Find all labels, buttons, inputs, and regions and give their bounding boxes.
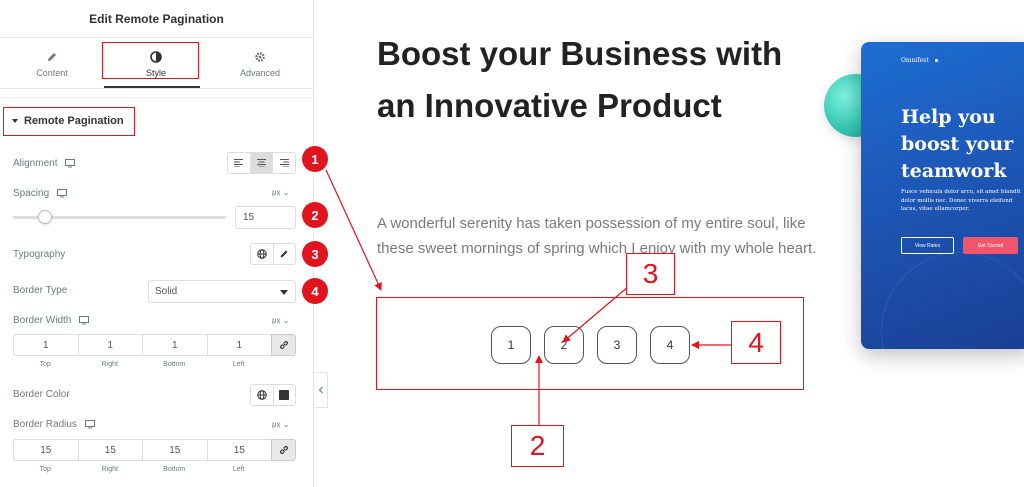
alignment-control <box>227 152 296 174</box>
align-center-icon <box>257 159 266 167</box>
align-left-button[interactable] <box>228 153 251 173</box>
preview-paragraph: A wonderful serenity has taken possessio… <box>377 215 817 257</box>
spacing-label: Spacing <box>13 188 50 199</box>
border-radius-bottom-input[interactable]: 15 <box>142 439 207 461</box>
desktop-icon <box>84 420 95 429</box>
view-rates-button[interactable]: View Rates <box>901 237 954 254</box>
link-values-button[interactable] <box>271 334 296 356</box>
border-type-label: Border Type <box>13 285 68 296</box>
tab-advanced[interactable]: Advanced <box>208 39 312 89</box>
link-icon <box>279 446 288 454</box>
arrow-1 <box>325 169 382 291</box>
border-radius-left-input[interactable]: 15 <box>206 439 271 461</box>
collapse-panel-button[interactable] <box>314 372 328 408</box>
desktop-icon <box>65 159 76 168</box>
badge-1: 1 <box>302 146 328 172</box>
border-radius-label: Border Radius <box>13 419 77 430</box>
global-typography-button[interactable] <box>251 244 274 264</box>
color-swatch-button[interactable] <box>274 385 296 405</box>
border-width-right-input[interactable]: 1 <box>77 334 142 356</box>
dim-label-top: Top <box>39 361 51 368</box>
spacing-slider-handle[interactable] <box>38 210 52 224</box>
edit-typography-button[interactable] <box>274 244 296 264</box>
promo-card: Omnifest Help you boost your teamwork Fu… <box>861 42 1024 349</box>
alignment-label: Alignment <box>13 158 58 169</box>
badge-2: 2 <box>302 202 328 228</box>
typography-label: Typography <box>13 249 66 260</box>
panel-title: Edit Remote Pagination <box>0 0 313 38</box>
tab-content[interactable]: Content <box>0 39 104 89</box>
dim-label-right: Right <box>101 361 118 368</box>
border-radius-unit-select[interactable]: px ⌄ <box>272 420 289 429</box>
callout-2: 2 <box>511 425 564 467</box>
border-radius-row: Border Radius <box>13 419 95 430</box>
callout-3: 3 <box>626 253 675 295</box>
card-ring-decoration <box>881 252 1024 349</box>
callout-4: 4 <box>731 321 781 364</box>
color-swatch <box>279 390 290 400</box>
tab-advanced-label: Advanced <box>239 67 281 78</box>
border-radius-unit: px <box>272 420 281 429</box>
border-width-unit: px <box>272 316 281 325</box>
spacing-row: Spacing <box>13 188 68 199</box>
badge-3: 3 <box>302 241 328 267</box>
border-width-left-input[interactable]: 1 <box>206 334 271 356</box>
typography-controls <box>250 243 296 265</box>
spacing-unit-select[interactable]: px ⌄ <box>272 188 289 197</box>
chevron-down-icon <box>280 290 288 295</box>
pencil-icon <box>280 250 288 258</box>
preview-headline: Boost your Business with an Innovative P… <box>377 35 783 124</box>
border-radius-dimensions: 15 15 15 15 <box>13 439 296 461</box>
globe-icon <box>256 390 267 400</box>
dim-label-right: Right <box>101 466 118 473</box>
spacing-input[interactable]: 15 <box>235 206 296 229</box>
dim-label-bottom: Bottom <box>163 361 186 368</box>
border-color-label: Border Color <box>13 389 70 400</box>
pencil-icon <box>48 52 56 61</box>
border-type-value: Solid <box>155 286 178 297</box>
border-width-unit-select[interactable]: px ⌄ <box>272 316 289 325</box>
dim-label-bottom: Bottom <box>163 466 186 473</box>
card-brand-dot <box>935 59 938 62</box>
link-values-button[interactable] <box>271 439 296 461</box>
border-color-controls <box>250 384 296 406</box>
align-right-button[interactable] <box>273 153 295 173</box>
highlight-style-tab <box>102 42 199 79</box>
border-width-bottom-input[interactable]: 1 <box>142 334 207 356</box>
tab-content-label: Content <box>36 67 68 78</box>
border-width-top-input[interactable]: 1 <box>13 334 78 356</box>
badge-4: 4 <box>302 278 328 304</box>
border-width-dimensions: 1 1 1 1 <box>13 334 296 356</box>
active-tab-indicator <box>104 86 200 88</box>
align-right-icon <box>279 159 289 167</box>
border-width-label: Border Width <box>13 315 72 326</box>
gear-icon <box>255 51 265 62</box>
alignment-row: Alignment <box>13 158 76 169</box>
desktop-icon <box>79 316 90 325</box>
card-heading: Help you boost your teamwork <box>901 106 1014 182</box>
border-width-dim-labels: Top Right Bottom Left <box>13 361 271 368</box>
border-radius-top-input[interactable]: 15 <box>13 439 78 461</box>
align-left-icon <box>234 159 244 167</box>
dim-label-left: Left <box>232 466 245 473</box>
global-color-button[interactable] <box>251 385 274 405</box>
card-brand: Omnifest <box>901 57 929 64</box>
border-radius-right-input[interactable]: 15 <box>77 439 142 461</box>
border-width-row: Border Width <box>13 315 90 326</box>
dim-label-left: Left <box>232 361 245 368</box>
link-icon <box>279 341 288 349</box>
highlight-section-header <box>3 107 135 136</box>
align-center-button[interactable] <box>250 153 274 173</box>
border-radius-dim-labels: Top Right Bottom Left <box>13 466 271 473</box>
globe-icon <box>256 249 267 259</box>
chevron-left-icon <box>318 386 323 394</box>
card-text: Fusce vehicula dolor arcu, sit amet blan… <box>901 189 1021 212</box>
desktop-icon <box>57 189 68 198</box>
spacing-unit: px <box>272 188 281 197</box>
get-started-button[interactable]: Get Started <box>963 237 1018 254</box>
border-type-select[interactable]: Solid <box>148 280 296 303</box>
spacing-slider[interactable] <box>13 210 226 224</box>
dim-label-top: Top <box>39 466 51 473</box>
